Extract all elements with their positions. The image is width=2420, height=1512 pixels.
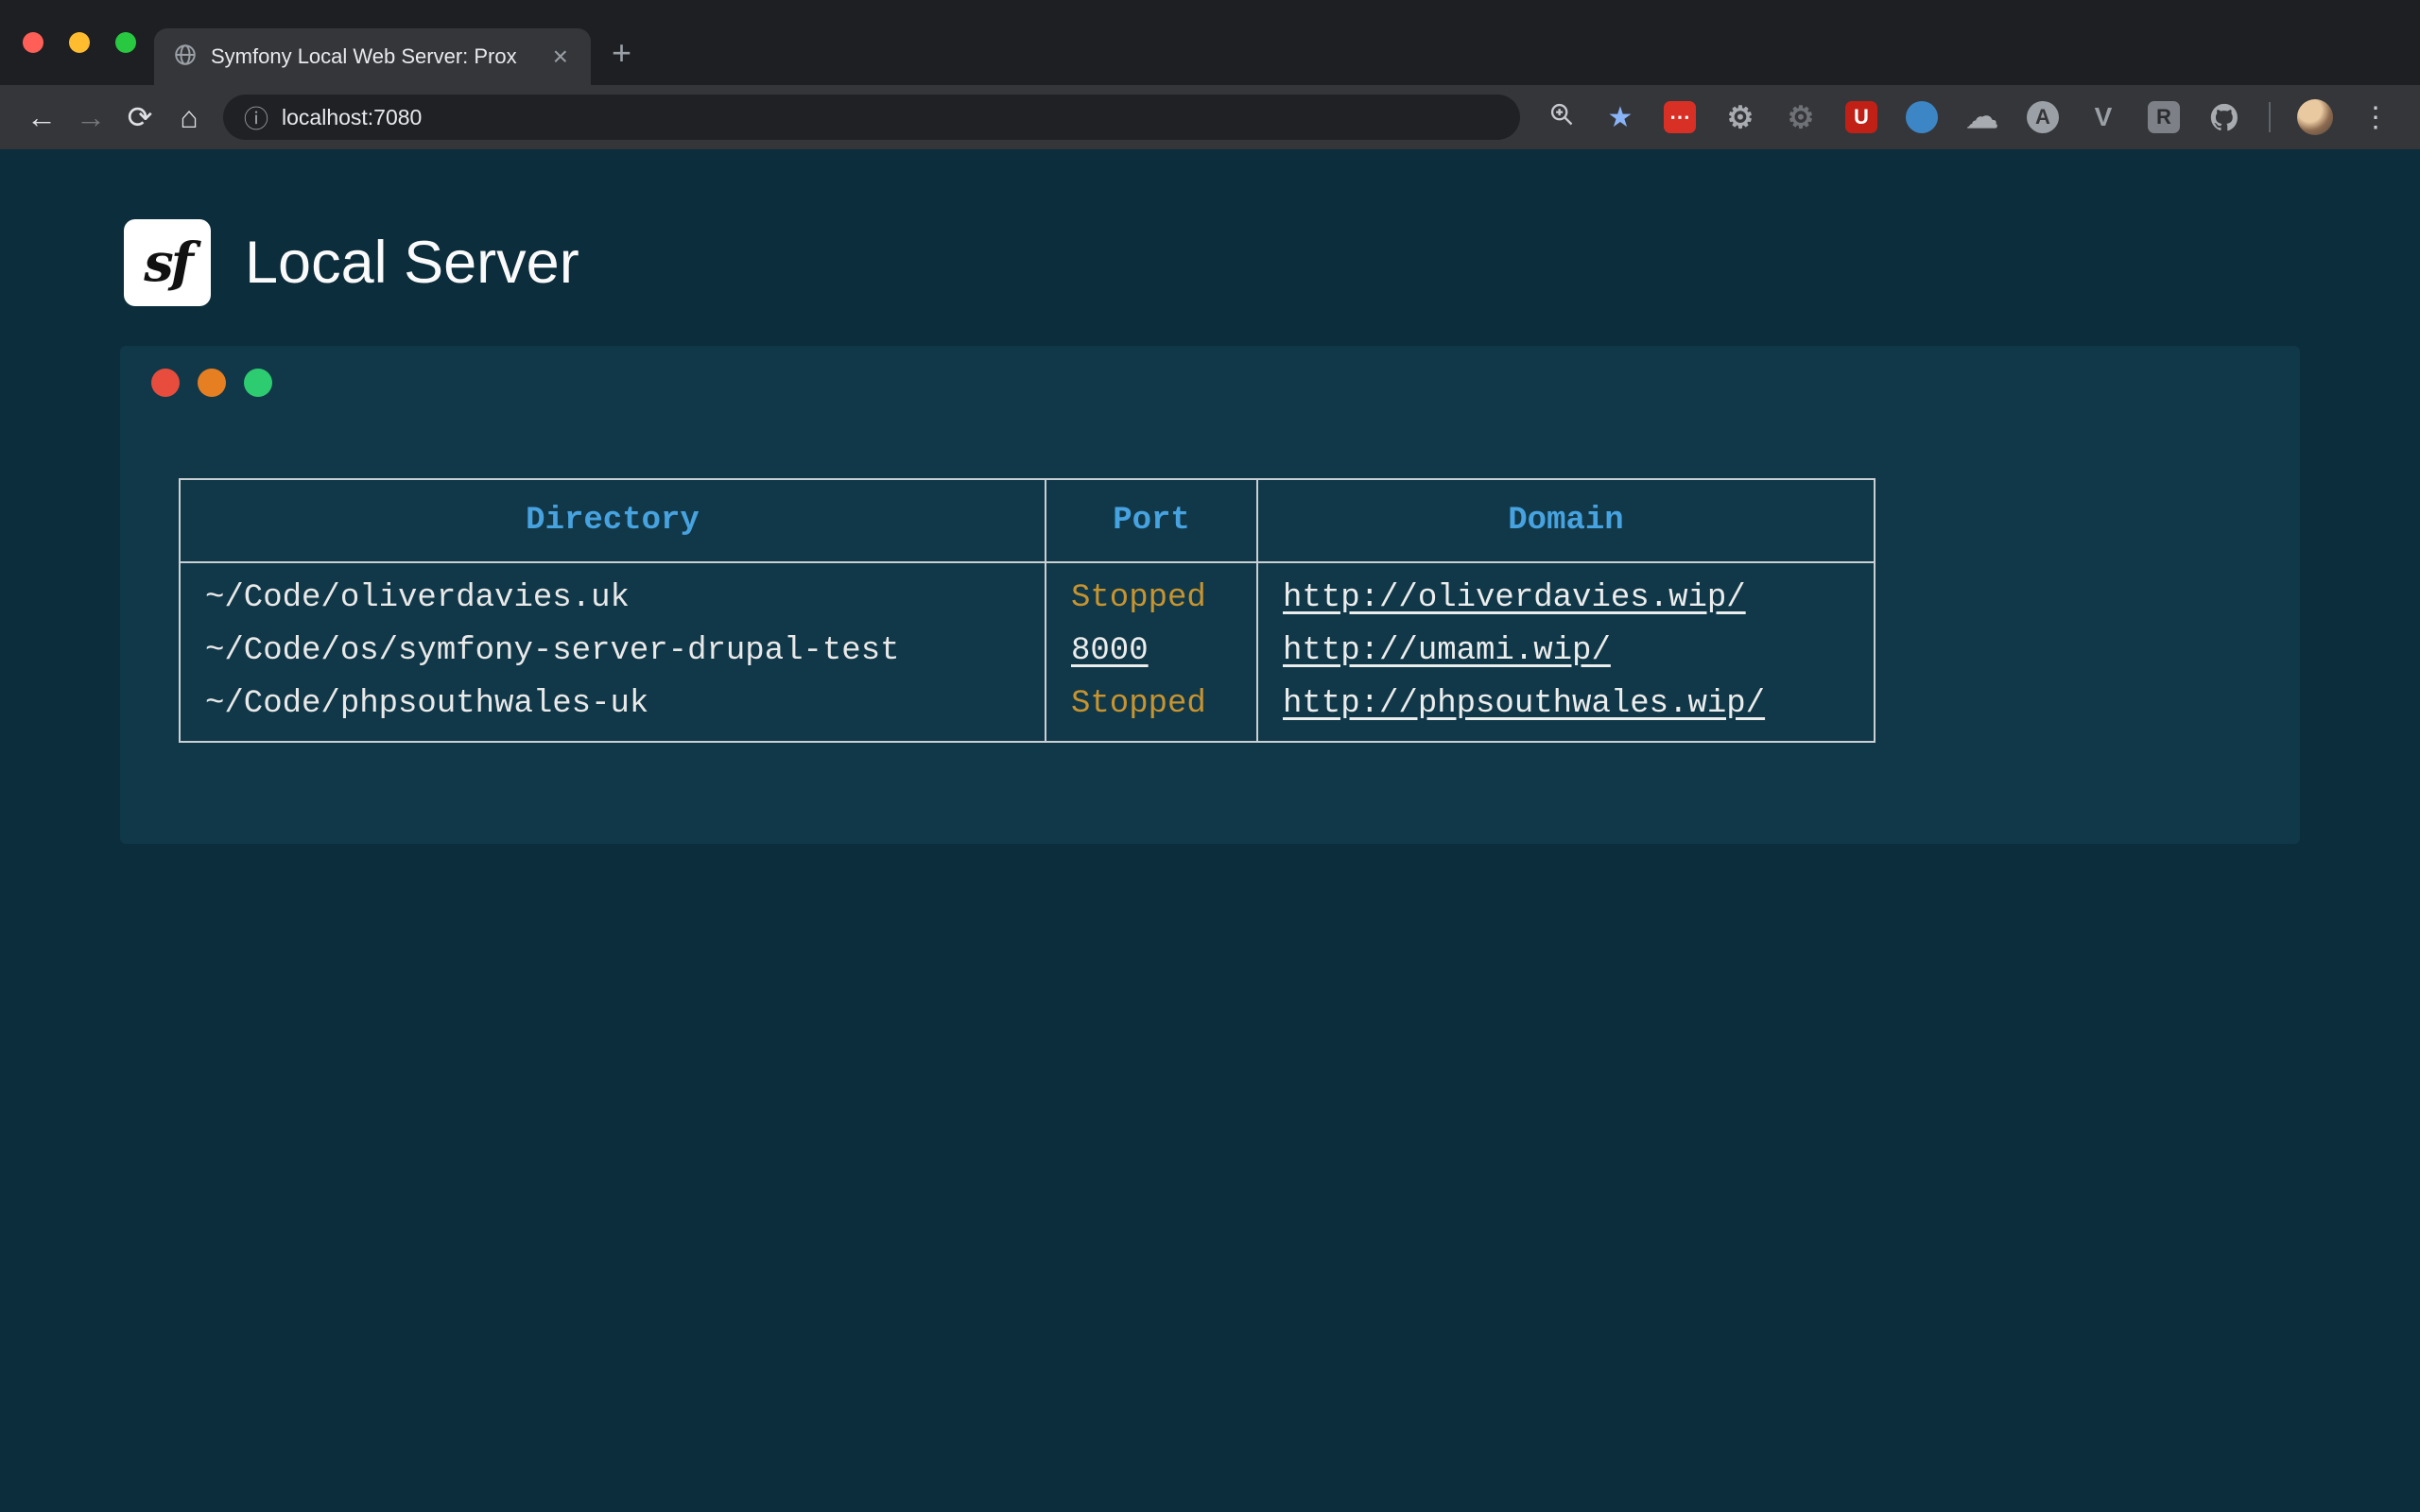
domain-cell: http://umami.wip/: [1257, 625, 1875, 678]
card-traffic-lights: [151, 369, 272, 397]
green-dot-icon: [244, 369, 272, 397]
browser-tab-strip: Symfony Local Web Server: Prox × +: [0, 0, 2420, 85]
port-cell: 8000: [1046, 625, 1257, 678]
tab-close-icon[interactable]: ×: [549, 43, 572, 70]
domain-cell: http://oliverdavies.wip/: [1257, 562, 1875, 625]
port-cell: Stopped: [1046, 562, 1257, 625]
window-minimize-button[interactable]: [69, 32, 90, 53]
domain-link[interactable]: http://umami.wip/: [1283, 633, 1611, 669]
forward-icon[interactable]: →: [66, 100, 115, 135]
domain-link[interactable]: http://phpsouthwales.wip/: [1283, 686, 1765, 722]
back-icon[interactable]: ←: [17, 100, 66, 135]
red-dot-icon: [151, 369, 180, 397]
directory-cell: ~/Code/phpsouthwales-uk: [180, 678, 1046, 742]
port-status-stopped: Stopped: [1071, 686, 1206, 722]
page-title: Local Server: [245, 229, 579, 297]
table-row: ~/Code/os/symfony-server-drupal-test 800…: [180, 625, 1875, 678]
home-icon[interactable]: ⌂: [164, 100, 214, 135]
table-header-row: Directory Port Domain: [180, 479, 1875, 562]
red-dots-extension-icon[interactable]: ⋯: [1652, 96, 1707, 138]
site-info-icon[interactable]: ⓘ: [244, 100, 268, 135]
browser-tab[interactable]: Symfony Local Web Server: Prox ×: [154, 28, 591, 85]
letter-r-extension-icon[interactable]: R: [2136, 96, 2191, 138]
toolbar-right-icons: ★ ⋯ ⚙ ⚙ U ☁ A V R ⋮: [1535, 96, 2403, 138]
address-bar[interactable]: ⓘ localhost:7080: [223, 94, 1520, 140]
tab-favicon-globe-icon: [173, 43, 198, 72]
server-card: Directory Port Domain ~/Code/oliverdavie…: [120, 346, 2300, 844]
new-tab-button[interactable]: +: [612, 36, 631, 70]
brand-header: sf Local Server: [124, 219, 579, 306]
table-row: ~/Code/oliverdavies.uk Stopped http://ol…: [180, 562, 1875, 625]
letter-a-extension-icon[interactable]: A: [2015, 96, 2070, 138]
port-link[interactable]: 8000: [1071, 633, 1149, 669]
zoom-icon[interactable]: [1535, 101, 1588, 134]
toolbar-divider: [2269, 102, 2271, 132]
reload-icon[interactable]: ⟳: [115, 99, 164, 135]
table-row: ~/Code/phpsouthwales-uk Stopped http://p…: [180, 678, 1875, 742]
column-header-port: Port: [1046, 479, 1257, 562]
letter-v-extension-icon[interactable]: V: [2076, 96, 2131, 138]
window-close-button[interactable]: [23, 32, 43, 53]
tab-title: Symfony Local Web Server: Prox: [211, 44, 536, 69]
window-zoom-button[interactable]: [115, 32, 136, 53]
port-cell: Stopped: [1046, 678, 1257, 742]
browser-menu-icon[interactable]: ⋮: [2348, 101, 2403, 134]
gear-extension-icon[interactable]: ⚙: [1713, 96, 1768, 138]
symfony-logo: sf: [124, 219, 211, 306]
directory-cell: ~/Code/oliverdavies.uk: [180, 562, 1046, 625]
domain-link[interactable]: http://oliverdavies.wip/: [1283, 580, 1746, 616]
symfony-proxy-page: sf Local Server Directory Port Domain ~/…: [0, 149, 2420, 1512]
macos-window-controls: [23, 32, 136, 53]
github-octocat-extension-icon[interactable]: [2197, 96, 2252, 138]
profile-avatar[interactable]: [2297, 99, 2333, 135]
directory-cell: ~/Code/os/symfony-server-drupal-test: [180, 625, 1046, 678]
ublock-extension-icon[interactable]: U: [1834, 96, 1889, 138]
column-header-domain: Domain: [1257, 479, 1875, 562]
blue-circle-extension-icon[interactable]: [1894, 96, 1949, 138]
url-text[interactable]: localhost:7080: [282, 105, 422, 130]
port-status-stopped: Stopped: [1071, 580, 1206, 616]
servers-table: Directory Port Domain ~/Code/oliverdavie…: [179, 478, 1876, 743]
cloud-extension-icon[interactable]: ☁: [1955, 96, 2010, 138]
column-header-directory: Directory: [180, 479, 1046, 562]
domain-cell: http://phpsouthwales.wip/: [1257, 678, 1875, 742]
browser-toolbar: ← → ⟳ ⌂ ⓘ localhost:7080 ★ ⋯ ⚙ ⚙ U ☁ A: [0, 85, 2420, 149]
orange-dot-icon: [198, 369, 226, 397]
dark-gear-extension-icon[interactable]: ⚙: [1773, 96, 1828, 138]
bookmark-star-icon[interactable]: ★: [1594, 101, 1647, 134]
